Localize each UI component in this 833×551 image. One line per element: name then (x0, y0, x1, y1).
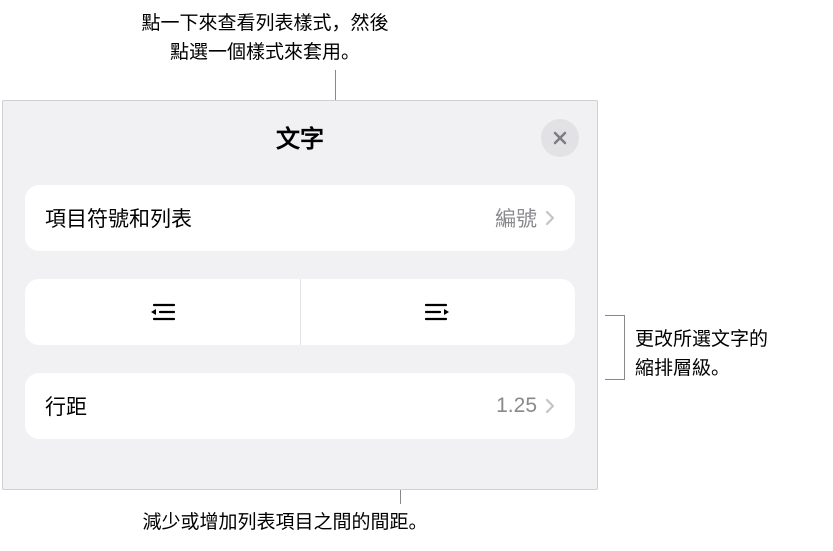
callout-bottom: 減少或增加列表項目之間的間距。 (100, 509, 470, 538)
chevron-right-icon (545, 210, 555, 226)
indent-button[interactable] (301, 279, 576, 345)
callout-right-text: 更改所選文字的縮排層級。 (635, 329, 768, 379)
indent-segmented-control (25, 279, 575, 345)
line-spacing-row[interactable]: 行距 1.25 (25, 373, 575, 439)
close-icon (552, 130, 568, 146)
callout-top: 點一下來查看列表樣式，然後點選一個樣式來套用。 (95, 10, 435, 67)
line-spacing-label: 行距 (45, 391, 496, 421)
bullets-value: 編號 (495, 203, 537, 233)
bullets-and-lists-row[interactable]: 項目符號和列表 編號 (25, 185, 575, 251)
bullets-label: 項目符號和列表 (45, 203, 495, 233)
chevron-right-icon (545, 398, 555, 414)
callout-bracket-right (605, 315, 625, 380)
callout-bottom-text: 減少或增加列表項目之間的間距。 (142, 512, 427, 533)
text-panel: 文字 項目符號和列表 編號 (2, 100, 598, 490)
indent-icon (424, 301, 452, 323)
panel-body: 項目符號和列表 編號 (3, 185, 597, 439)
panel-header: 文字 (3, 101, 597, 171)
callout-right: 更改所選文字的縮排層級。 (635, 326, 833, 383)
outdent-button[interactable] (25, 279, 301, 345)
close-button[interactable] (541, 119, 579, 157)
panel-title: 文字 (276, 119, 324, 154)
line-spacing-value: 1.25 (496, 394, 537, 418)
callout-top-text: 點一下來查看列表樣式，然後點選一個樣式來套用。 (141, 13, 388, 63)
outdent-icon (148, 301, 176, 323)
